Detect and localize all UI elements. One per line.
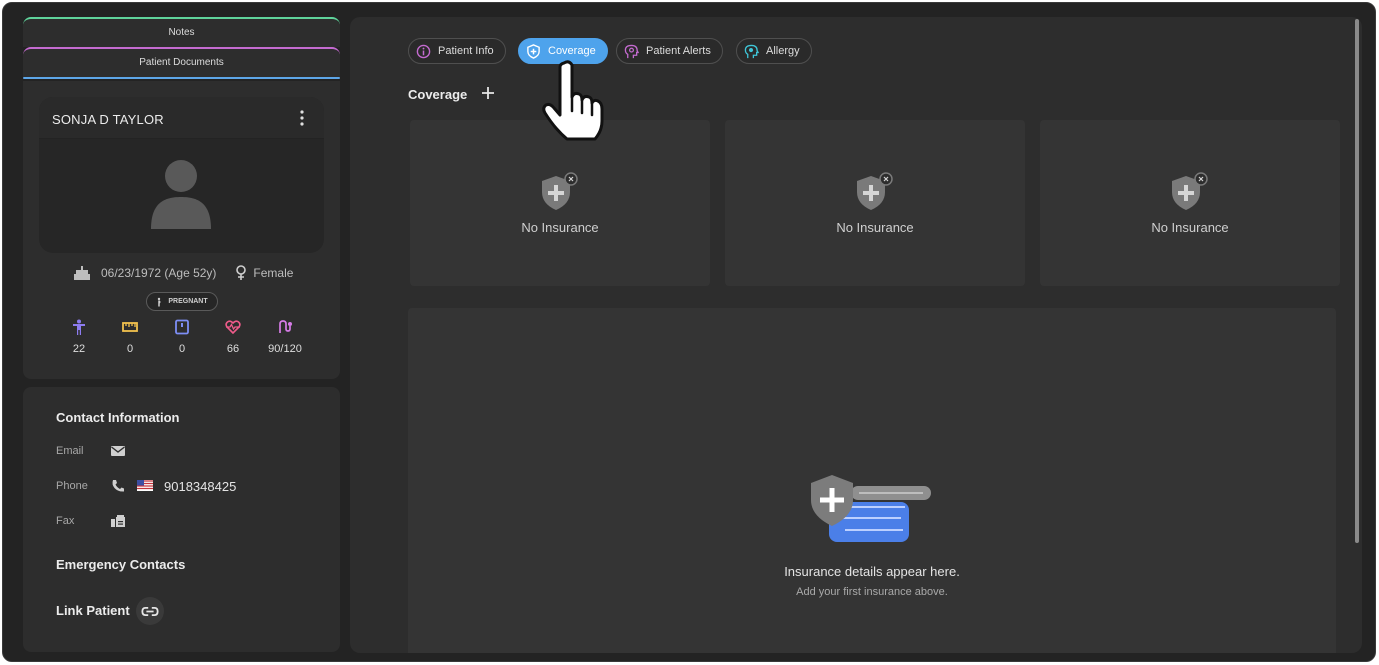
contact-card: Contact Information Email Phone 90183484… <box>23 387 340 652</box>
phone-label: Phone <box>56 480 88 492</box>
insurance-empty-state: Insurance details appear here. Add your … <box>408 308 1336 653</box>
blood-pressure-icon <box>279 320 292 333</box>
more-options-icon[interactable] <box>294 109 310 127</box>
dob-text: 06/23/1972 (Age 52y) <box>101 266 217 280</box>
pregnant-icon <box>158 297 161 306</box>
body-icon <box>73 319 85 335</box>
dob-row: 06/23/1972 (Age 52y) Female <box>73 265 293 281</box>
vital-bmi: 22 <box>53 319 105 357</box>
status-badge: PREGNANT <box>146 292 218 311</box>
email-icon[interactable] <box>110 444 126 458</box>
app-window: Notes Patient Documents SONJA D TAYLOR 0… <box>2 2 1376 662</box>
patient-header: SONJA D TAYLOR <box>39 97 324 139</box>
tab-patient-info[interactable]: Patient Info <box>408 38 506 64</box>
no-insurance-shield-icon <box>857 172 893 210</box>
empty-state-title: Insurance details appear here. <box>784 564 960 579</box>
patient-photo-box: SONJA D TAYLOR <box>39 97 324 253</box>
insurance-illustration-icon <box>811 475 931 542</box>
vital-blood-pressure: 90/120 <box>259 319 311 357</box>
emergency-contacts-title[interactable]: Emergency Contacts <box>56 557 185 572</box>
hand-pointer-cursor-icon <box>542 60 604 141</box>
scale-icon <box>175 319 189 335</box>
tab-patient-documents[interactable]: Patient Documents <box>23 47 340 77</box>
female-icon <box>236 265 247 280</box>
status-badge-label: PREGNANT <box>168 298 208 305</box>
add-coverage-icon[interactable] <box>481 86 495 100</box>
no-insurance-shield-icon <box>542 172 578 210</box>
fax-label: Fax <box>56 515 75 527</box>
main-panel: Patient Info Coverage Patient Alerts All… <box>350 17 1362 653</box>
insurance-card-label: No Insurance <box>1151 220 1229 235</box>
link-icon <box>141 606 159 616</box>
patient-name: SONJA D TAYLOR <box>52 112 164 127</box>
vital-heart-rate: 66 <box>207 319 259 357</box>
info-icon <box>416 44 431 58</box>
tab-allergy[interactable]: Allergy <box>736 38 812 64</box>
insurance-card-3[interactable]: No Insurance <box>1040 120 1340 286</box>
ruler-icon <box>122 322 138 332</box>
main-scrollbar[interactable] <box>1355 19 1359 543</box>
alert-brain-icon <box>624 44 639 58</box>
insurance-card-label: No Insurance <box>836 220 914 235</box>
heartbeat-icon <box>225 320 241 335</box>
allergy-head-icon <box>744 44 759 58</box>
tab-notes[interactable]: Notes <box>23 17 340 47</box>
tab-divider <box>23 77 340 79</box>
birthday-cake-icon <box>74 266 90 280</box>
tab-coverage-label: Coverage <box>548 45 596 57</box>
empty-state-subtitle: Add your first insurance above. <box>796 586 948 598</box>
vital-height: 0 <box>104 319 156 357</box>
link-patient-label: Link Patient <box>56 603 130 618</box>
vital-weight: 0 <box>156 319 208 357</box>
insurance-card-2[interactable]: No Insurance <box>725 120 1025 286</box>
email-label: Email <box>56 445 84 457</box>
avatar <box>151 160 211 229</box>
tab-patient-alerts-label: Patient Alerts <box>646 45 711 57</box>
gender-text: Female <box>253 266 294 280</box>
no-insurance-shield-icon <box>1172 172 1208 210</box>
patient-card: SONJA D TAYLOR 06/23/1972 (Age 52y) Fema… <box>23 81 340 379</box>
phone-icon[interactable] <box>110 479 126 493</box>
link-patient-button[interactable] <box>136 597 164 625</box>
phone-number[interactable]: 9018348425 <box>164 479 236 494</box>
tab-allergy-label: Allergy <box>766 45 800 57</box>
contact-info-title: Contact Information <box>56 410 180 425</box>
tab-patient-info-label: Patient Info <box>438 45 494 57</box>
coverage-title: Coverage <box>408 87 468 102</box>
fax-icon[interactable] <box>110 514 126 528</box>
shield-icon <box>527 43 540 59</box>
us-flag-icon <box>137 480 153 491</box>
insurance-card-label: No Insurance <box>521 220 599 235</box>
tab-patient-alerts[interactable]: Patient Alerts <box>616 38 723 64</box>
vitals-row: 22 0 0 66 90/120 <box>59 319 319 359</box>
